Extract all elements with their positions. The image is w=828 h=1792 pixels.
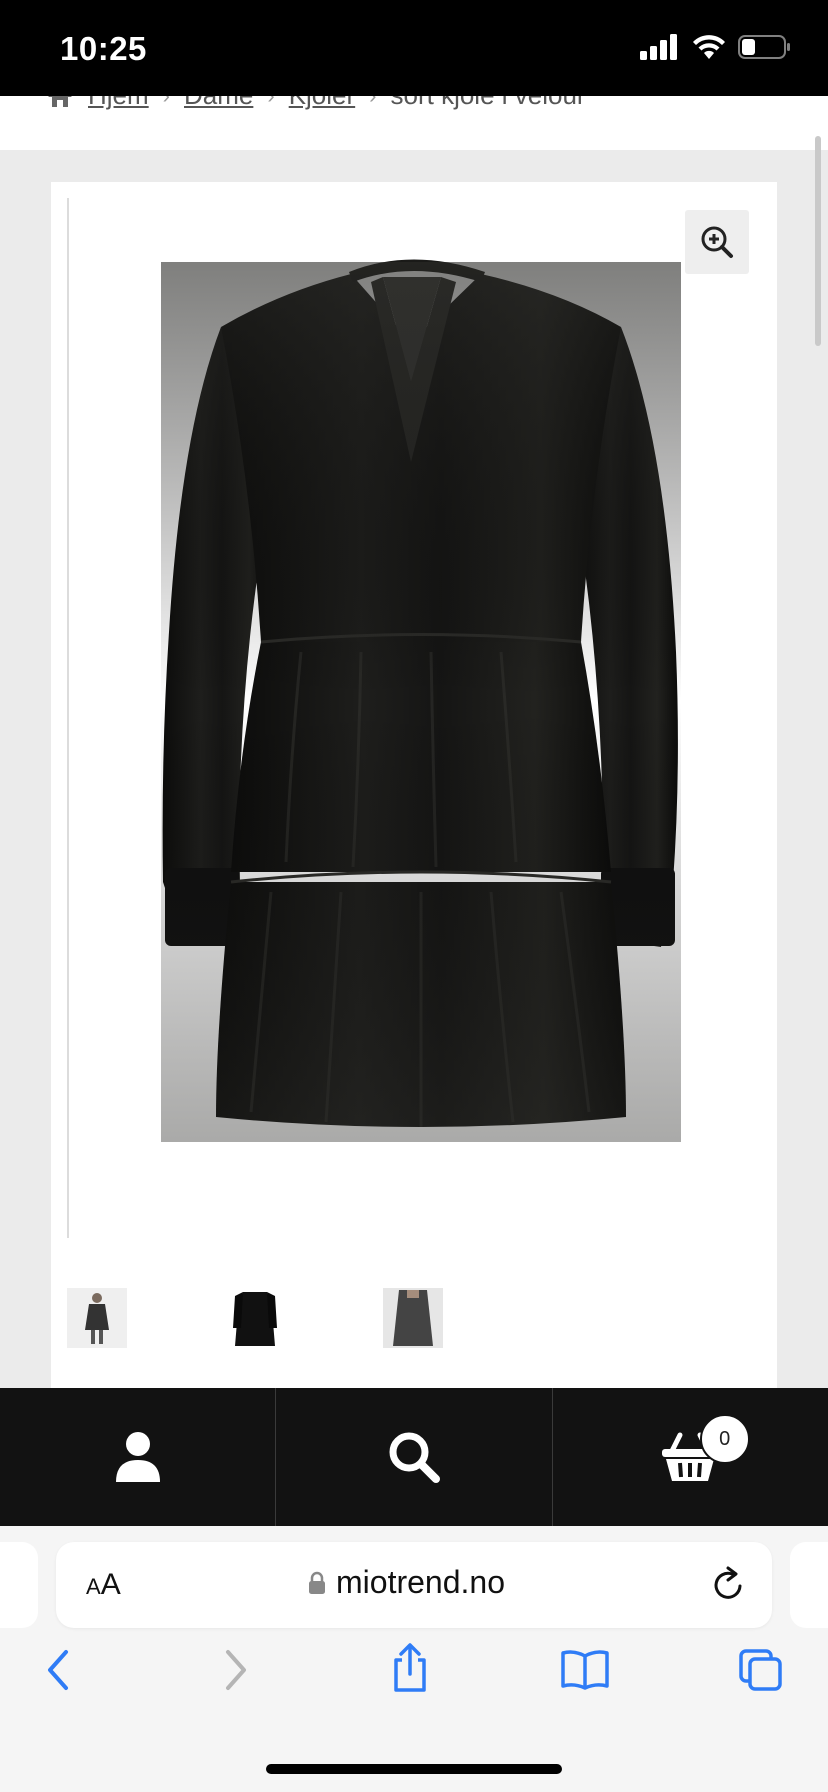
browser-bottom-bar: AA miotrend.no: [0, 1526, 828, 1792]
bookmarks-icon[interactable]: [560, 1648, 610, 1690]
gallery-divider: [67, 198, 69, 1238]
breadcrumb-bar: Hjem › Dame › Kjoler › sort kjole i velo…: [0, 96, 828, 150]
home-indicator: [266, 1764, 562, 1774]
status-time: 10:25: [60, 30, 147, 67]
scrollbar[interactable]: [815, 136, 821, 346]
thumbnail-image: [225, 1288, 285, 1348]
share-icon[interactable]: [390, 1642, 430, 1694]
thumbnail-model-detail[interactable]: [383, 1288, 443, 1348]
forward-icon[interactable]: [224, 1648, 250, 1692]
home-icon[interactable]: [46, 96, 74, 108]
back-icon[interactable]: [44, 1648, 70, 1692]
breadcrumb-link-kjoler[interactable]: Kjoler: [289, 96, 355, 111]
thumbnail-image: [67, 1288, 127, 1348]
status-icons: [640, 34, 792, 60]
cellular-signal-icon: [640, 34, 677, 60]
breadcrumb-link-dame[interactable]: Dame: [184, 96, 253, 111]
wifi-icon: [693, 35, 725, 59]
url-text: miotrend.no: [336, 1564, 505, 1600]
lock-icon: [309, 1571, 325, 1594]
status-bar: 10:25: [0, 0, 828, 96]
product-gallery: [51, 182, 777, 1392]
thumbnail-strip: [67, 1288, 541, 1348]
url-display[interactable]: miotrend.no: [308, 1564, 505, 1601]
thumbnail-model-front[interactable]: [67, 1288, 127, 1348]
next-tab-pill[interactable]: [790, 1542, 828, 1628]
tabs-icon[interactable]: [738, 1648, 784, 1692]
search-icon: [389, 1432, 440, 1483]
breadcrumb-current: sort kjole i velour: [391, 96, 586, 111]
bottom-navigation: 0: [0, 1388, 828, 1526]
account-button[interactable]: [0, 1388, 277, 1526]
cart-count-badge: 0: [699, 1414, 750, 1464]
text-size-button[interactable]: AA: [86, 1568, 121, 1602]
address-bar[interactable]: AA miotrend.no: [56, 1542, 772, 1628]
user-icon: [115, 1432, 160, 1482]
thumbnail-product[interactable]: [225, 1288, 285, 1348]
reload-icon[interactable]: [712, 1566, 746, 1602]
battery-icon: [738, 35, 790, 59]
chevron-right-icon: ›: [267, 96, 274, 109]
breadcrumb: Hjem › Dame › Kjoler › sort kjole i velo…: [46, 96, 586, 111]
search-button[interactable]: [276, 1388, 553, 1526]
previous-tab-pill[interactable]: [0, 1542, 38, 1628]
browser-toolbar: [0, 1643, 828, 1718]
cart-button[interactable]: 0: [553, 1388, 828, 1526]
chevron-right-icon: ›: [369, 96, 376, 109]
chevron-right-icon: ›: [163, 96, 170, 109]
breadcrumb-link-home[interactable]: Hjem: [88, 96, 149, 111]
product-image-dress[interactable]: [121, 232, 721, 1232]
thumbnail-image: [383, 1288, 443, 1348]
